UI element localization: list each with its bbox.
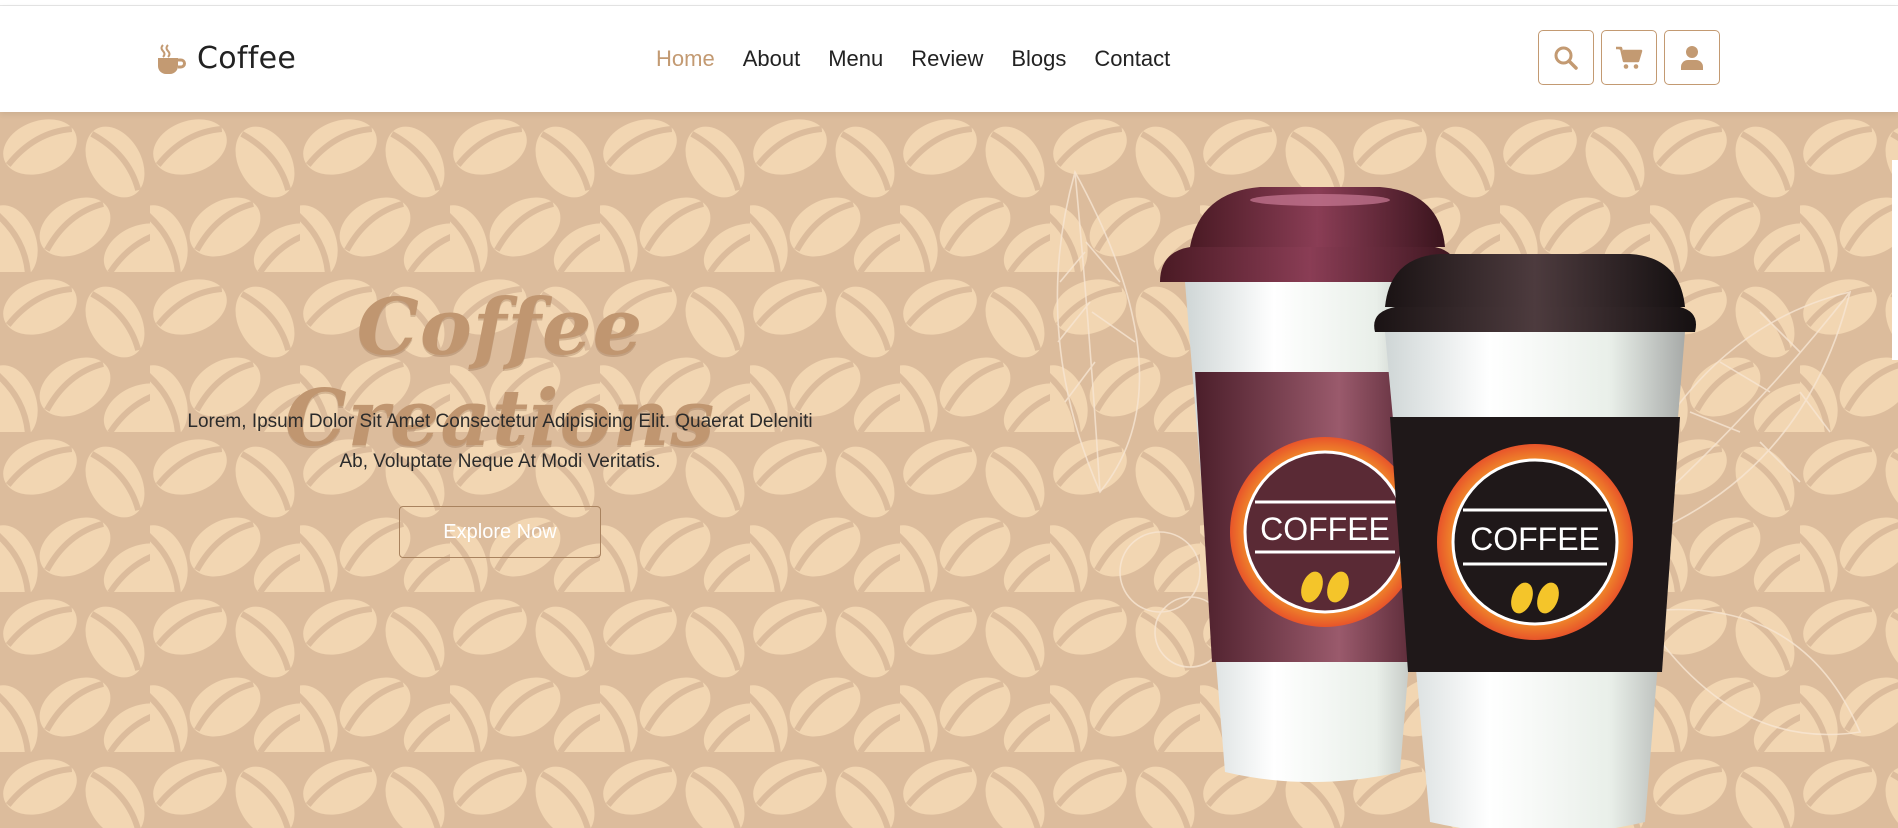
cup-left-label: COFFEE <box>1260 511 1390 547</box>
page-scrollbar[interactable] <box>1892 160 1898 360</box>
nav-about[interactable]: About <box>743 46 801 72</box>
header-actions <box>1538 30 1720 85</box>
nav-blogs[interactable]: Blogs <box>1011 46 1066 72</box>
user-icon <box>1681 45 1703 70</box>
brand-name: Coffee <box>197 41 297 76</box>
search-button[interactable] <box>1538 30 1594 85</box>
cup-right-label: COFFEE <box>1470 521 1600 557</box>
hero-section: Coffee Creations Lorem, Ipsum Dolor Sit … <box>0 112 1898 828</box>
explore-now-button[interactable]: Explore Now <box>399 506 601 558</box>
brand-logo[interactable]: Coffee <box>155 41 296 76</box>
cup-right: COFFEE <box>1374 254 1696 828</box>
hero-description-line-1: Lorem, Ipsum Dolor Sit Amet Consectetur … <box>187 411 813 432</box>
cart-button[interactable] <box>1601 30 1657 85</box>
cart-icon <box>1616 46 1643 69</box>
hero-description-line-2: Ab, Voluptate Neque At Modi Veritatis. <box>339 451 661 472</box>
coffee-cup-icon <box>158 43 186 74</box>
nav-contact[interactable]: Contact <box>1094 46 1170 72</box>
nav-home[interactable]: Home <box>656 46 715 72</box>
coffee-cups-illustration: COFFEE COFFEE <box>1056 169 1862 828</box>
nav-menu[interactable]: Menu <box>828 46 883 72</box>
hero-description: Lorem, Ipsum Dolor Sit Amet Consectetur … <box>160 402 840 482</box>
search-icon <box>1554 46 1578 70</box>
main-nav: Home About Menu Review Blogs Contact <box>656 46 1170 72</box>
site-header: Coffee Home About Menu Review Blogs Cont… <box>0 6 1898 112</box>
nav-review[interactable]: Review <box>911 46 983 72</box>
user-button[interactable] <box>1664 30 1720 85</box>
